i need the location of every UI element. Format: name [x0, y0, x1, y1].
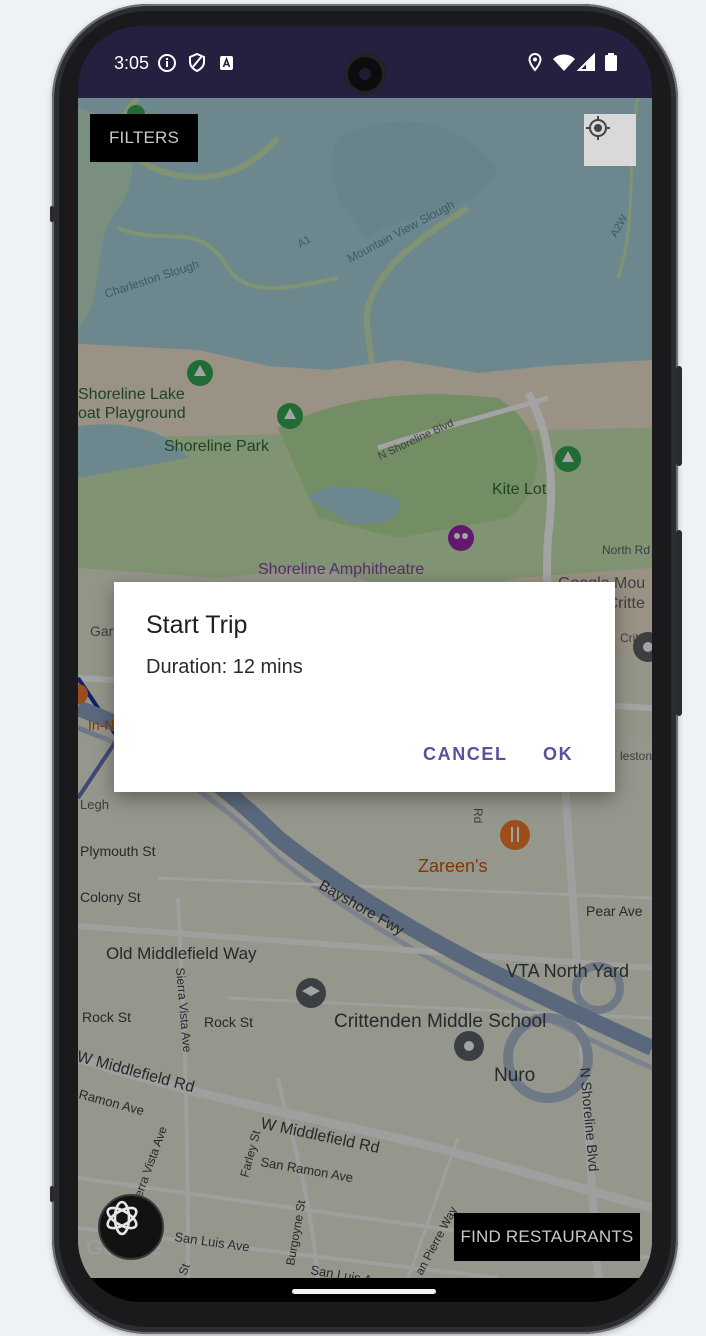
location-icon: [524, 50, 546, 74]
left-frame-button-bottom: [50, 1186, 54, 1202]
ok-button[interactable]: OK: [543, 744, 573, 765]
front-camera: [344, 53, 386, 95]
cancel-button[interactable]: CANCEL: [423, 744, 508, 765]
dialog-message: Duration: 12 mins: [146, 656, 303, 678]
find-restaurants-button[interactable]: FIND RESTAURANTS: [454, 1213, 640, 1261]
filters-button[interactable]: FILTERS: [90, 114, 198, 162]
battery-icon: [600, 50, 622, 74]
my-location-button[interactable]: [584, 114, 636, 166]
info-icon: [156, 50, 178, 74]
gesture-nav-bar[interactable]: [292, 1289, 436, 1294]
status-bar: 3:05: [78, 26, 652, 98]
status-time: 3:05: [114, 53, 150, 73]
dialog-title: Start Trip: [146, 611, 248, 639]
signal-icon: [576, 50, 598, 74]
openai-logo-icon[interactable]: [98, 1194, 164, 1260]
camera-lens: [359, 68, 371, 80]
power-button: [676, 366, 682, 466]
volume-button: [676, 530, 682, 716]
start-trip-dialog: Start Trip Duration: 12 mins CANCEL OK: [114, 582, 615, 792]
wifi-icon: [552, 50, 575, 74]
a-icon: [216, 50, 238, 74]
shield-icon: [186, 50, 208, 74]
left-frame-button-top: [50, 206, 54, 222]
